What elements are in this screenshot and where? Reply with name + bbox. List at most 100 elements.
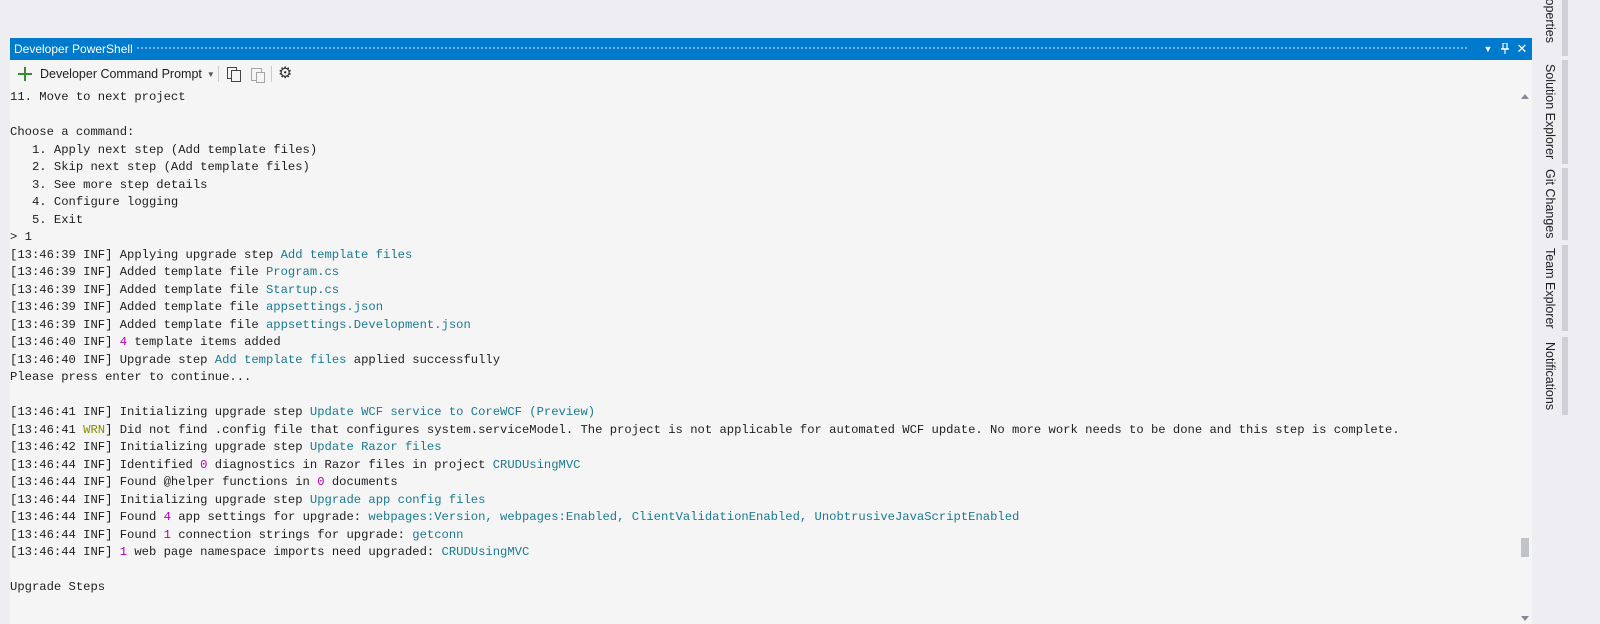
terminal-line: [13:46:40 INF] Upgrade step Add template… <box>10 352 500 370</box>
window-title-bar[interactable]: Developer PowerShell ▼ ✕ <box>10 38 1532 60</box>
terminal-toolbar: Developer Command Prompt ▼ ⚙ <box>10 60 1532 89</box>
new-terminal-label: Developer Command Prompt <box>40 67 202 81</box>
window-title: Developer PowerShell <box>14 42 133 56</box>
toolbar-divider <box>218 66 219 82</box>
new-terminal-button[interactable]: Developer Command Prompt ▼ <box>18 64 215 84</box>
settings-button[interactable]: ⚙ <box>278 64 292 84</box>
terminal-text-segment: web page namespace imports need upgraded… <box>127 545 442 559</box>
terminal-text-segment: 4. Configure logging <box>10 195 179 209</box>
terminal-text-segment: CRUDUsingMVC <box>441 545 530 559</box>
side-tab-notifications[interactable]: Notifications <box>1536 337 1564 415</box>
scroll-down-icon[interactable] <box>1521 616 1529 621</box>
terminal-text-segment: [13:46:42 INF] Initializing upgrade step <box>10 440 310 454</box>
terminal-line: [13:46:39 INF] Added template file Start… <box>10 282 339 300</box>
terminal-line: [13:46:39 INF] Added template file Progr… <box>10 264 339 282</box>
terminal-text-segment: 5. Exit <box>10 212 84 227</box>
terminal-text-segment: Update WCF service to CoreWCF (Preview) <box>309 405 596 419</box>
terminal-text-segment: [13:46:44 INF] Identified <box>10 457 201 472</box>
terminal-line: 2. Skip next step (Add template files) <box>10 159 310 177</box>
side-tab-label: Properties <box>1543 0 1557 43</box>
pin-icon[interactable] <box>1497 40 1513 58</box>
side-tab-label: Git Changes <box>1543 169 1557 239</box>
terminal-line: [13:46:41 INF] Initializing upgrade step… <box>10 404 595 422</box>
terminal-text-segment: CRUDUsingMVC <box>492 457 581 472</box>
side-tab-strip: Properties Solution Explorer Git Changes… <box>1536 0 1564 624</box>
terminal-line: [13:46:44 INF] Found 1 connection string… <box>10 527 463 545</box>
copy-button[interactable] <box>226 64 242 84</box>
side-tab-divider <box>1562 245 1568 331</box>
terminal-text-segment: WRN <box>83 422 106 437</box>
terminal-text-segment: 0 <box>317 475 325 489</box>
scroll-up-icon[interactable] <box>1521 94 1529 99</box>
close-icon[interactable]: ✕ <box>1514 40 1530 58</box>
terminal-text-segment: [13:46:39 INF] Applying upgrade step <box>10 247 281 262</box>
terminal-line: [13:46:44 INF] Found @helper functions i… <box>10 474 398 492</box>
terminal-text-segment: Update Razor files <box>309 440 442 454</box>
terminal-text-segment: 1. Apply next step (Add template files) <box>10 142 318 157</box>
terminal-text-segment: app settings for upgrade: <box>170 510 369 524</box>
side-tab-label: Solution Explorer <box>1543 64 1557 160</box>
terminal-line: [13:46:40 INF] 4 template items added <box>10 334 281 352</box>
terminal-line: 1. Apply next step (Add template files) <box>10 142 317 160</box>
terminal-text-segment: [13:46:40 INF] Upgrade step <box>10 352 215 367</box>
terminal-text-segment: [13:46:39 INF] Added template file <box>10 282 266 297</box>
paste-icon <box>249 66 265 83</box>
side-tab-solution-explorer[interactable]: Solution Explorer <box>1536 60 1564 164</box>
terminal-text-segment: [13:46:44 INF] Initializing upgrade step <box>10 492 310 507</box>
vertical-scrollbar[interactable] <box>1518 89 1532 624</box>
terminal-text-segment: Startup.cs <box>265 282 340 297</box>
terminal-line: [13:46:44 INF] Identified 0 diagnostics … <box>10 457 580 475</box>
terminal-line: > 1 <box>10 229 32 247</box>
terminal-text-segment: [13:46:39 INF] Added template file <box>10 300 266 314</box>
terminal-text-segment: template items added <box>127 335 281 349</box>
side-tab-properties[interactable]: Properties <box>1536 0 1564 56</box>
terminal-text-segment: [13:46:40 INF] <box>10 335 120 349</box>
terminal-text-segment: Upgrade app config files <box>309 492 486 507</box>
terminal-line: [13:46:41 WRN] Did not find .config file… <box>10 422 1400 440</box>
gear-icon: ⚙ <box>278 65 293 82</box>
terminal-text-segment: Add template files <box>214 352 347 367</box>
terminal-line: 4. Configure logging <box>10 194 178 212</box>
scrollbar-thumb[interactable] <box>1521 538 1529 557</box>
terminal-line: [13:46:39 INF] Added template file appse… <box>10 317 471 335</box>
terminal-line: [13:46:44 INF] Found 4 app settings for … <box>10 509 1019 527</box>
terminal-text-segment: getconn <box>412 527 464 542</box>
paste-button[interactable] <box>249 64 265 84</box>
terminal-text-segment: documents <box>324 475 398 489</box>
side-tab-divider <box>1562 60 1568 164</box>
developer-powershell-window: Developer PowerShell ▼ ✕ Developer Comma… <box>10 38 1532 624</box>
terminal-text-segment: > 1 <box>10 230 32 244</box>
terminal-text-segment: Add template files <box>280 247 413 262</box>
plus-icon <box>18 67 32 81</box>
terminal-text-segment: diagnostics in Razor files in project <box>207 457 493 472</box>
terminal-text-segment: [13:46:44 INF] Found <box>10 527 164 542</box>
side-tab-team-explorer[interactable]: Team Explorer <box>1536 245 1564 331</box>
side-tab-divider <box>1562 337 1568 415</box>
terminal-line: Please press enter to continue... <box>10 369 251 387</box>
terminal-line: [13:46:44 INF] 1 web page namespace impo… <box>10 544 529 562</box>
terminal-line: [13:46:39 INF] Applying upgrade step Add… <box>10 247 412 265</box>
terminal-text-segment: appsettings.Development.json <box>265 317 471 332</box>
terminal-line: [13:46:44 INF] Initializing upgrade step… <box>10 492 485 510</box>
dropdown-icon[interactable]: ▼ <box>1480 40 1496 58</box>
terminal-text-segment: [13:46:39 INF] Added template file <box>10 265 266 279</box>
toolbar-divider <box>271 66 272 82</box>
terminal-text-segment: [13:46:44 INF] Found <box>10 510 164 524</box>
terminal-text-segment: 4 <box>163 510 171 524</box>
terminal-text-segment: 4 <box>119 335 128 349</box>
terminal-text-segment: appsettings.json <box>265 300 384 314</box>
side-tab-label: Team Explorer <box>1543 247 1557 329</box>
terminal-text-segment: Choose a command: <box>10 125 135 139</box>
terminal-line: 5. Exit <box>10 212 83 230</box>
terminal-line: [13:46:39 INF] Added template file appse… <box>10 299 383 317</box>
side-tab-divider <box>1562 0 1568 56</box>
side-tab-git-changes[interactable]: Git Changes <box>1536 168 1564 240</box>
terminal-text-segment: [13:46:44 INF] <box>10 545 120 559</box>
terminal-output[interactable]: 11. Move to next project Choose a command… <box>10 89 1516 624</box>
terminal-text-segment: ] Did not find .config file that configu… <box>105 422 1400 437</box>
terminal-text-segment: Please press enter to continue... <box>10 370 252 384</box>
chevron-down-icon[interactable]: ▼ <box>207 70 215 79</box>
side-tab-divider <box>1562 168 1568 240</box>
terminal-text-segment: 1 <box>119 545 128 559</box>
terminal-text-segment: [13:46:44 INF] Found @helper functions i… <box>10 475 318 489</box>
